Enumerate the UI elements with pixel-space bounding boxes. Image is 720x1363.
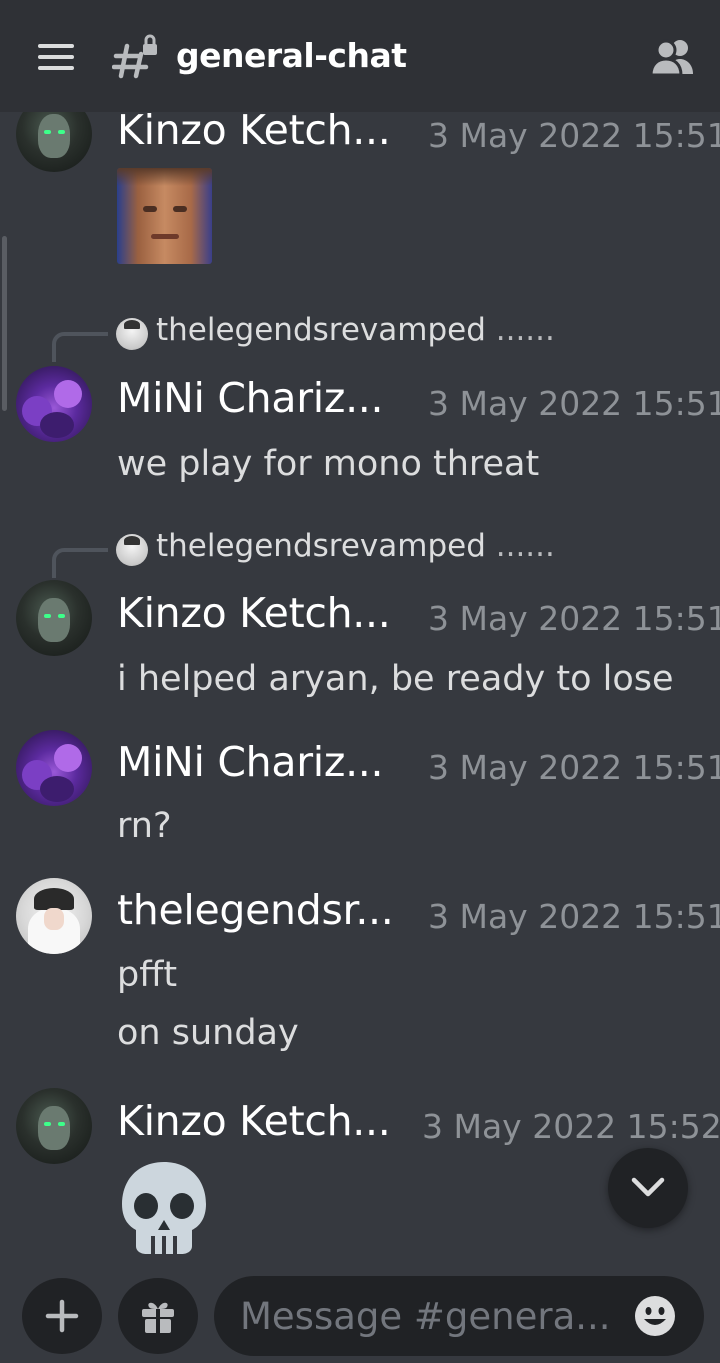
message-timestamp: 3 May 2022 15:51: [428, 599, 720, 638]
skull-emoji-icon: [122, 1162, 206, 1254]
reply-preview: ......: [485, 312, 555, 348]
scrollbar[interactable]: [2, 236, 7, 411]
reply-connector: [52, 332, 108, 362]
avatar[interactable]: [16, 730, 92, 806]
hamburger-menu-icon[interactable]: [38, 44, 74, 70]
avatar[interactable]: [16, 878, 92, 954]
reply-preview: ......: [485, 528, 555, 564]
message-author[interactable]: MiNi Chariz...: [117, 374, 384, 422]
plus-icon: [45, 1299, 79, 1333]
gift-button[interactable]: [118, 1278, 198, 1354]
gift-icon: [142, 1302, 174, 1333]
reply-avatar: [116, 318, 148, 350]
message-timestamp: 3 May 2022 15:51: [428, 748, 720, 787]
message-author[interactable]: thelegendsr...: [117, 886, 394, 934]
avatar[interactable]: [16, 1088, 92, 1164]
message-author[interactable]: Kinzo Ketch...: [117, 106, 391, 154]
reply-connector: [52, 548, 108, 578]
chevron-down-icon: [631, 1177, 665, 1197]
add-attachment-button[interactable]: [22, 1278, 102, 1354]
message-author[interactable]: Kinzo Ketch...: [117, 589, 391, 637]
message-author[interactable]: MiNi Chariz...: [117, 738, 384, 786]
message-text: we play for mono threat: [117, 444, 540, 484]
reply-author: thelegendsrevamped: [156, 528, 486, 564]
message-text: i helped aryan, be ready to lose: [117, 659, 674, 699]
channel-header: general-chat: [0, 0, 720, 112]
reply-author: thelegendsrevamped: [156, 312, 486, 348]
avatar[interactable]: [16, 366, 92, 442]
message-timestamp: 3 May 2022 15:52: [422, 1107, 720, 1146]
message-timestamp: 3 May 2022 15:51: [428, 384, 720, 423]
jump-to-bottom-button[interactable]: [608, 1148, 688, 1228]
reply-avatar: [116, 534, 148, 566]
image-attachment[interactable]: [117, 168, 212, 264]
message-composer: [0, 1266, 720, 1363]
emoji-smile-icon[interactable]: [634, 1295, 676, 1337]
message-author[interactable]: Kinzo Ketch...: [117, 1097, 391, 1145]
message-text: rn?: [117, 806, 172, 846]
locked-hash-icon: [112, 34, 157, 79]
message-timestamp: 3 May 2022 15:51: [428, 897, 720, 936]
message-text: on sunday: [117, 1013, 299, 1053]
message-timestamp: 3 May 2022 15:51: [428, 116, 720, 155]
avatar[interactable]: [16, 580, 92, 656]
channel-title: general-chat: [176, 36, 407, 75]
message-text: pfft: [117, 955, 178, 995]
members-icon[interactable]: [650, 38, 696, 76]
message-input[interactable]: [214, 1276, 704, 1356]
